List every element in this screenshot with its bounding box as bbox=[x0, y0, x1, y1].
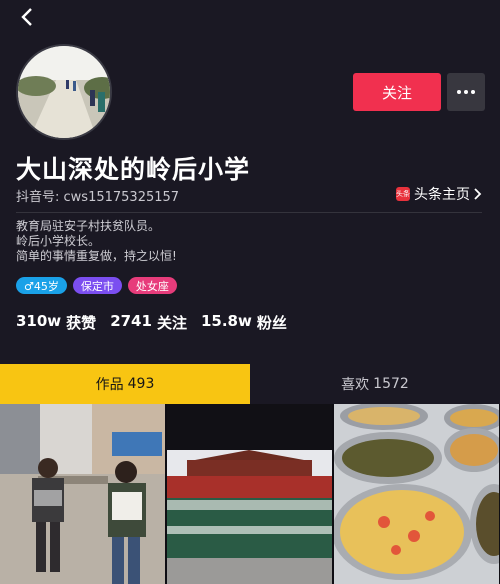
bio: 教育局驻安子村扶贫队员。 岭后小学校长。 简单的事情重复做，持之以恒! bbox=[16, 219, 177, 264]
stat-label: 获赞 bbox=[66, 314, 97, 332]
back-button[interactable] bbox=[14, 4, 40, 30]
tab-likes-count: 1572 bbox=[373, 376, 409, 392]
tab-works-label: 作品 bbox=[95, 377, 124, 393]
tab-works[interactable]: 作品 493 bbox=[0, 364, 250, 404]
video-thumbnail[interactable] bbox=[0, 404, 165, 584]
tag-age-label: ♂45岁 bbox=[24, 279, 59, 293]
video-thumbnail[interactable] bbox=[334, 404, 499, 584]
tab-likes[interactable]: 喜欢 1572 bbox=[250, 364, 500, 404]
stat-value: 2741 bbox=[110, 312, 152, 330]
tag-age: ♂45岁 bbox=[16, 277, 67, 294]
bio-line: 简单的事情重复做，持之以恒! bbox=[16, 249, 177, 263]
profile-tags: ♂45岁 保定市 处女座 bbox=[16, 277, 177, 294]
toutiao-logo: 头条 bbox=[396, 187, 410, 201]
video-thumbnail[interactable] bbox=[167, 404, 332, 584]
tab-works-count: 493 bbox=[127, 376, 155, 392]
stat-value: 15.8w bbox=[200, 312, 252, 330]
toutiao-label: 头条主页 bbox=[414, 187, 470, 203]
content-tabs: 作品 493 喜欢 1572 bbox=[0, 364, 500, 404]
bio-line: 岭后小学校长。 bbox=[16, 234, 101, 248]
stat-following[interactable]: 2741 关注 bbox=[110, 312, 187, 333]
video-grid bbox=[0, 404, 500, 584]
account-id: 抖音号: cws15175325157 bbox=[16, 190, 180, 205]
stat-label: 粉丝 bbox=[256, 314, 287, 332]
profile-stats: 310w 获赞 2741 关注 15.8w 粉丝 bbox=[16, 312, 287, 333]
chevron-left-icon bbox=[21, 8, 32, 26]
page-title: 大山深处的岭后小学 bbox=[16, 155, 251, 184]
follow-button[interactable]: 关注 bbox=[353, 73, 441, 111]
tab-likes-label: 喜欢 bbox=[341, 377, 370, 393]
more-dots-icon bbox=[457, 90, 475, 94]
stat-value: 310w bbox=[16, 312, 62, 330]
tag-zodiac-label: 处女座 bbox=[135, 279, 169, 293]
chevron-right-icon bbox=[474, 188, 482, 200]
toutiao-homepage-link[interactable]: 头条 头条主页 bbox=[396, 184, 482, 204]
stat-followers[interactable]: 15.8w 粉丝 bbox=[201, 312, 287, 333]
tag-city-label: 保定市 bbox=[80, 279, 114, 293]
bio-line: 教育局驻安子村扶贫队员。 bbox=[16, 219, 161, 233]
tag-city: 保定市 bbox=[72, 277, 122, 294]
divider bbox=[16, 212, 482, 213]
more-button[interactable] bbox=[447, 73, 485, 111]
stat-label: 关注 bbox=[156, 314, 187, 332]
tag-zodiac: 处女座 bbox=[127, 277, 177, 294]
stat-likes[interactable]: 310w 获赞 bbox=[16, 312, 96, 333]
avatar bbox=[16, 44, 112, 140]
